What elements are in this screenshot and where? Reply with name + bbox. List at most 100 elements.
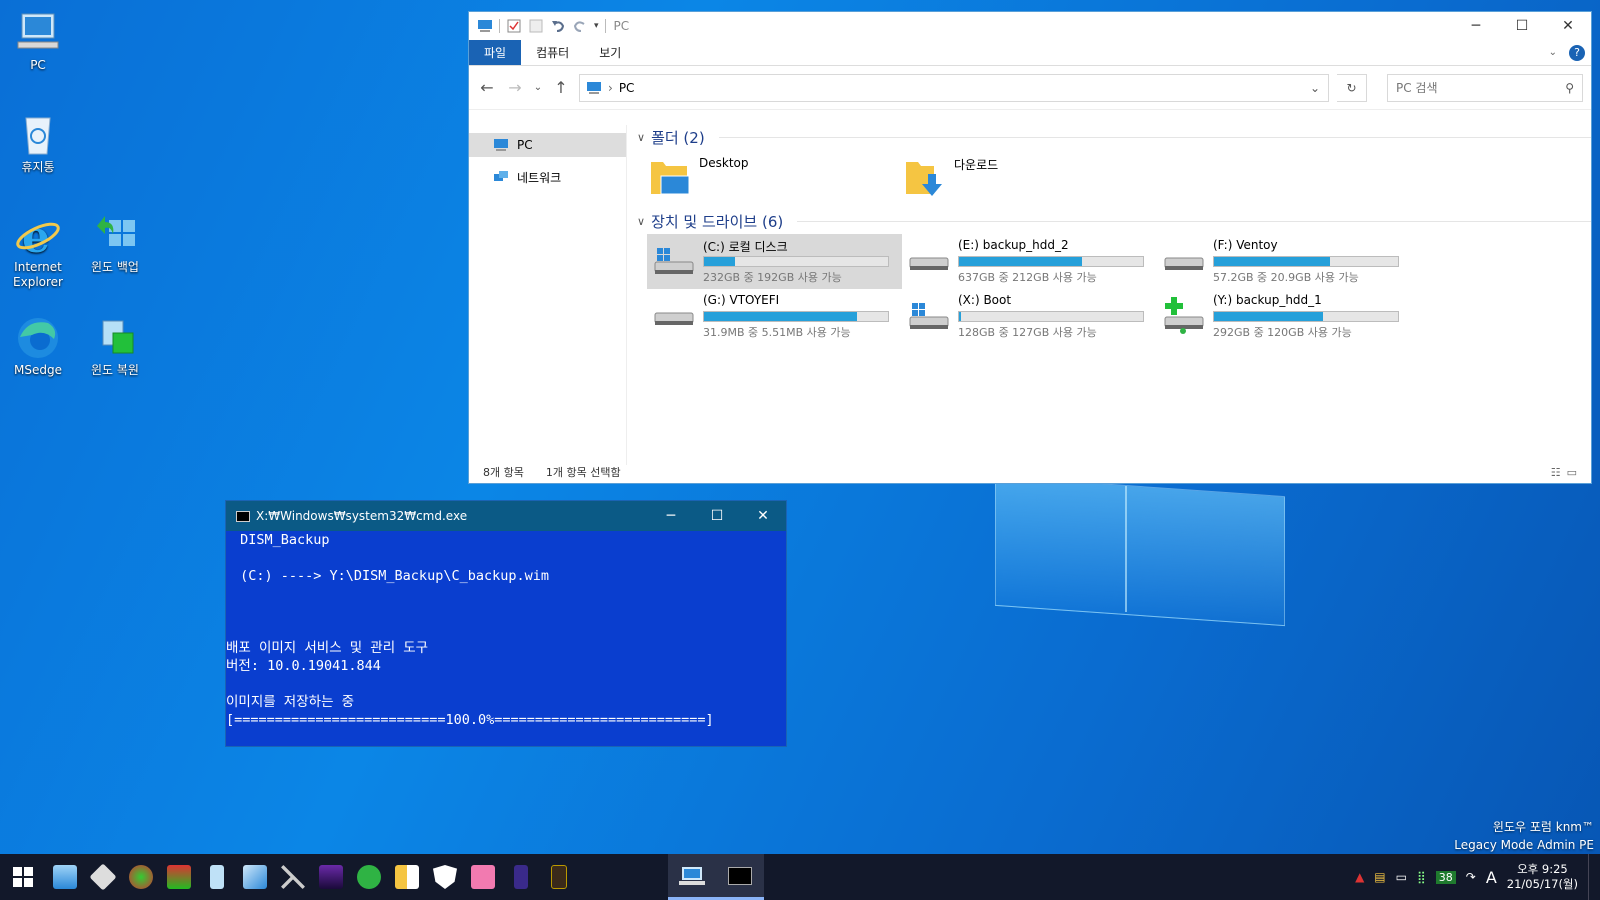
console-line: (C:) ----> Y:\DISM_Backup\C_backup.wim xyxy=(232,568,549,584)
taskbar-app-imaging[interactable] xyxy=(160,854,198,900)
desktop-icon-label: Internet Explorer xyxy=(13,260,63,289)
taskbar-app-security[interactable] xyxy=(426,854,464,900)
console-line: 배포 이미지 서비스 및 관리 도구 xyxy=(226,640,429,656)
taskbar-running-cmd[interactable] xyxy=(716,854,764,900)
breadcrumb-separator-icon: › xyxy=(608,80,613,95)
chevron-down-icon[interactable]: ▾ xyxy=(594,21,599,31)
search-input[interactable]: PC 검색 ⚲ xyxy=(1387,73,1583,102)
new-folder-icon[interactable] xyxy=(528,18,544,34)
undo-icon[interactable] xyxy=(550,18,566,34)
breadcrumb[interactable]: PC xyxy=(619,81,635,95)
pc-icon xyxy=(679,866,705,885)
maximize-button[interactable]: ☐ xyxy=(1499,12,1545,40)
taskbar-app-media[interactable] xyxy=(312,854,350,900)
ribbon-tabs: 파일 컴퓨터 보기 ⌄ ? xyxy=(469,40,1591,66)
drive-item[interactable]: (F:) Ventoy 57.2GB 중 20.9GB 사용 가능 xyxy=(1157,234,1412,289)
console-output[interactable]: DISM_Backup (C:) ----> Y:\DISM_Backup\C_… xyxy=(226,531,786,729)
taskbar-app-partition[interactable] xyxy=(122,854,160,900)
folder-label: Desktop xyxy=(699,156,749,170)
start-button[interactable] xyxy=(0,854,46,900)
status-selection: 1개 항목 선택함 xyxy=(545,466,621,479)
shield-icon xyxy=(433,865,457,889)
redo-icon[interactable] xyxy=(572,18,588,34)
clock-time: 오후 9:25 xyxy=(1517,862,1568,876)
maximize-button[interactable]: ☐ xyxy=(694,501,740,531)
close-button[interactable]: ✕ xyxy=(740,501,786,531)
share-tray-icon[interactable]: ↷ xyxy=(1466,870,1476,884)
expand-ribbon-icon[interactable]: ⌄ xyxy=(1549,47,1557,58)
taskbar-app-phone[interactable] xyxy=(502,854,540,900)
taskbar-app-disk-tool[interactable] xyxy=(84,854,122,900)
drive-usage-bar xyxy=(958,311,1144,322)
storage-icon xyxy=(551,865,567,889)
nav-item-label: 네트워크 xyxy=(517,170,562,185)
divider xyxy=(604,19,606,33)
nav-item-pc[interactable]: PC xyxy=(469,133,626,157)
nav-item-network[interactable]: 네트워크 xyxy=(469,165,626,189)
drives-list: (C:) 로컬 디스크 232GB 중 192GB 사용 가능 (E:) backu… xyxy=(637,234,1591,344)
desktop-icon-pc[interactable]: PC xyxy=(3,10,73,73)
desktop-icon-window-restore[interactable]: 윈도 복원 xyxy=(80,315,150,378)
pc-icon xyxy=(587,81,601,94)
window-title: PC xyxy=(613,19,630,33)
minimize-button[interactable]: ─ xyxy=(1453,12,1499,40)
properties-icon[interactable] xyxy=(506,18,522,34)
cmd-window: X:₩Windows₩system32₩cmd.exe ─ ☐ ✕ DISM_B… xyxy=(225,500,787,747)
tab-view[interactable]: 보기 xyxy=(584,40,636,65)
drive-item[interactable]: (Y:) backup_hdd_1 292GB 중 120GB 사용 가능 xyxy=(1157,289,1412,344)
desktop-icon-window-backup[interactable]: 윈도 백업 xyxy=(80,212,150,275)
taskbar-app-notepad[interactable] xyxy=(198,854,236,900)
imaging-icon xyxy=(167,865,191,889)
desktop-icon-recycle-bin[interactable]: 휴지통 xyxy=(3,112,73,175)
tab-computer[interactable]: 컴퓨터 xyxy=(521,40,584,65)
view-toggle-icon[interactable]: ☷▭ xyxy=(1551,466,1583,479)
chevron-down-icon[interactable]: ⌄ xyxy=(1302,81,1328,95)
taskbar-app-sync[interactable] xyxy=(350,854,388,900)
close-button[interactable]: ✕ xyxy=(1545,12,1591,40)
taskbar-app-storage[interactable] xyxy=(540,854,578,900)
taskbar-app-start-menu[interactable] xyxy=(464,854,502,900)
desktop-icon-msedge[interactable]: MSedge xyxy=(3,315,73,378)
forward-arrow-icon[interactable]: → xyxy=(505,78,525,97)
back-arrow-icon[interactable]: ← xyxy=(477,78,497,97)
recent-locations-icon[interactable]: ⌄ xyxy=(533,82,543,93)
drive-item[interactable]: (C:) 로컬 디스크 232GB 중 192GB 사용 가능 xyxy=(647,234,902,289)
drive-item[interactable]: (E:) backup_hdd_2 637GB 중 212GB 사용 가능 xyxy=(902,234,1157,289)
watermark-line: 윈도우 포럼 knm™ xyxy=(1492,820,1594,834)
folder-downloads[interactable]: 다운로드 xyxy=(904,150,1159,206)
tray-badge[interactable]: 38 xyxy=(1435,870,1456,884)
sync-icon xyxy=(357,865,381,889)
address-bar[interactable]: › PC ⌄ xyxy=(579,73,1329,102)
title-bar[interactable]: X:₩Windows₩system32₩cmd.exe ─ ☐ ✕ xyxy=(226,501,786,531)
console-line: 버전: 10.0.19041.844 xyxy=(226,658,381,674)
hdd-icon xyxy=(1161,238,1207,285)
drive-usage-fill xyxy=(959,312,961,321)
taskbar-app-tools[interactable] xyxy=(274,854,312,900)
help-icon[interactable]: ? xyxy=(1569,44,1585,61)
keyboard-tray-icon[interactable]: ⣿ xyxy=(1417,870,1426,884)
up-arrow-icon[interactable]: ↑ xyxy=(551,78,571,97)
group-header-folders[interactable]: ∨ 폴더 (2) xyxy=(637,124,1591,150)
network-tray-icon[interactable]: ▭ xyxy=(1396,870,1407,884)
drive-item[interactable]: (X:) Boot 128GB 중 127GB 사용 가능 xyxy=(902,289,1157,344)
taskbar-app-task-manager[interactable] xyxy=(46,854,84,900)
drive-item[interactable]: (G:) VTOYEFI 31.9MB 중 5.51MB 사용 가능 xyxy=(647,289,902,344)
title-bar[interactable]: ▾ PC ─ ☐ ✕ xyxy=(469,12,1591,40)
show-desktop-button[interactable] xyxy=(1588,854,1592,900)
refresh-button[interactable]: ↻ xyxy=(1337,73,1367,102)
folder-desktop[interactable]: Desktop xyxy=(649,150,904,206)
group-header-drives[interactable]: ∨ 장치 및 드라이브 (6) xyxy=(637,208,1591,234)
minimize-button[interactable]: ─ xyxy=(648,501,694,531)
clock-date: 21/05/17(월) xyxy=(1506,877,1578,891)
tab-file[interactable]: 파일 xyxy=(469,40,522,65)
taskbar-app-explorer[interactable] xyxy=(236,854,274,900)
desktop-icon-internet-explorer[interactable]: e Internet Explorer xyxy=(3,212,73,290)
clock[interactable]: 오후 9:25 21/05/17(월) xyxy=(1507,862,1578,892)
status-item-count: 8개 항목 xyxy=(483,466,524,479)
recovery-tray-icon[interactable]: ▲ xyxy=(1355,870,1364,884)
drive-tray-icon[interactable]: ▤ xyxy=(1374,870,1385,884)
taskbar-app-network[interactable] xyxy=(388,854,426,900)
ime-indicator[interactable]: A xyxy=(1486,868,1497,887)
drive-usage-text: 128GB 중 127GB 사용 가능 xyxy=(958,326,1097,339)
taskbar-running-explorer[interactable] xyxy=(668,854,716,900)
